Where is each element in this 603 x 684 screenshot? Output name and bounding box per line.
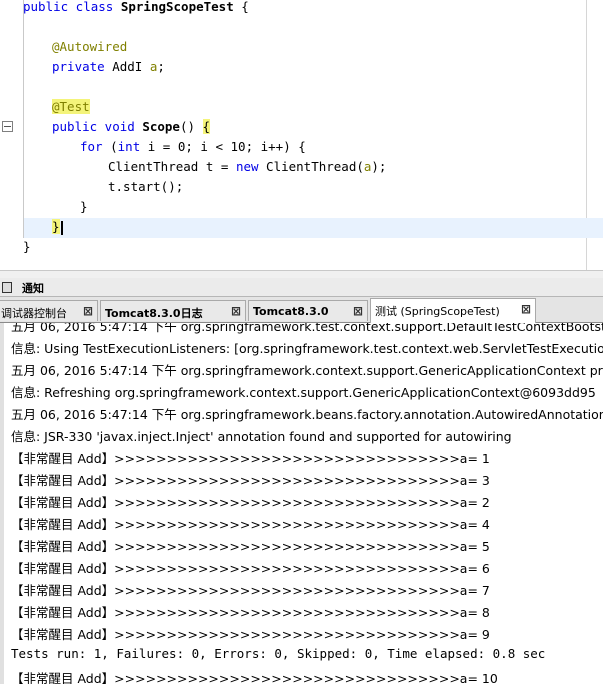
code-line-thread: ClientThread t = new ClientThread(a); [108, 159, 387, 174]
console-line: 【非常醒目 Add】>>>>>>>>>>>>>>>>>>>>>>>>>>>>>>… [11, 561, 490, 576]
console-line: 信息: JSR-330 'javax.inject.Inject' annota… [11, 429, 512, 444]
console-left-strip [0, 323, 4, 684]
console-output[interactable]: 五月 06, 2016 5:47:14 下午 org.springframewo… [0, 323, 603, 684]
console-line: 信息: Using TestExecutionListeners: [org.s… [11, 341, 603, 356]
console-line: 【非常醒目 Add】>>>>>>>>>>>>>>>>>>>>>>>>>>>>>>… [11, 517, 490, 532]
console-line: Tests run: 1, Failures: 0, Errors: 0, Sk… [11, 646, 546, 661]
console-line: 信息: Refreshing org.springframework.conte… [11, 385, 596, 400]
console-line: 五月 06, 2016 5:47:14 下午 org.springframewo… [11, 407, 603, 422]
code-line-class-decl: public class SpringScopeTest { [23, 0, 249, 14]
close-icon[interactable]: ⊠ [231, 304, 241, 318]
code-line-autowired: @Autowired [52, 39, 128, 54]
notification-bar[interactable]: 通知 [0, 278, 603, 297]
close-icon[interactable]: ⊠ [521, 302, 531, 316]
code-line-field: private AddI a; [52, 59, 165, 74]
console-line: 五月 06, 2016 5:47:14 下午 org.springframewo… [11, 323, 603, 334]
fold-collapse-icon[interactable] [2, 121, 13, 132]
editor-gutter [0, 0, 20, 270]
code-editor[interactable]: public class SpringScopeTest { @Autowire… [0, 0, 603, 270]
console-line: 【非常醒目 Add】>>>>>>>>>>>>>>>>>>>>>>>>>>>>>>… [11, 495, 490, 510]
console-line: 【非常醒目 Add】>>>>>>>>>>>>>>>>>>>>>>>>>>>>>>… [11, 473, 490, 488]
tab-label: Tomcat8.3.0 [253, 305, 329, 318]
tab-debugger-console[interactable]: 调试器控制台 ⊠ [0, 300, 98, 321]
console-line: 【非常醒目 Add】>>>>>>>>>>>>>>>>>>>>>>>>>>>>>>… [11, 539, 490, 554]
console-line: 【非常醒目 Add】>>>>>>>>>>>>>>>>>>>>>>>>>>>>>>… [11, 671, 498, 684]
console-line: 五月 06, 2016 5:47:14 下午 org.springframewo… [11, 363, 603, 378]
code-line-start: t.start(); [108, 179, 184, 194]
code-line-test-annotation: @Test [52, 99, 90, 114]
current-line-highlight [24, 218, 603, 238]
tab-label: 测试 (SpringScopeTest) [375, 305, 500, 318]
tab-test-results[interactable]: 测试 (SpringScopeTest) ⊠ [370, 298, 536, 323]
text-cursor [60, 220, 63, 235]
tab-label: Tomcat8.3.0日志 [105, 307, 203, 320]
console-line: 【非常醒目 Add】>>>>>>>>>>>>>>>>>>>>>>>>>>>>>>… [11, 605, 490, 620]
notification-icon [2, 282, 12, 293]
code-line-close-method: } [52, 217, 63, 237]
close-icon[interactable]: ⊠ [83, 304, 93, 318]
close-icon[interactable]: ⊠ [353, 304, 363, 318]
code-line-close-for: } [80, 199, 88, 214]
fold-guide-line [23, 0, 24, 238]
tab-tomcat[interactable]: Tomcat8.3.0 ⊠ [248, 300, 368, 321]
notification-label: 通知 [22, 282, 44, 295]
tab-label: 调试器控制台 [1, 307, 67, 320]
console-line: 【非常醒目 Add】>>>>>>>>>>>>>>>>>>>>>>>>>>>>>>… [11, 451, 490, 466]
code-line-for: for (int i = 0; i < 10; i++) { [80, 139, 306, 154]
code-line-close-class: } [23, 239, 31, 254]
console-line: 【非常醒目 Add】>>>>>>>>>>>>>>>>>>>>>>>>>>>>>>… [11, 583, 490, 598]
output-tab-bar: 调试器控制台 ⊠ Tomcat8.3.0日志 ⊠ Tomcat8.3.0 ⊠ 测… [0, 297, 603, 323]
code-line-method: public void Scope() { [52, 119, 211, 134]
console-line: 【非常醒目 Add】>>>>>>>>>>>>>>>>>>>>>>>>>>>>>>… [11, 627, 490, 642]
tab-tomcat-log[interactable]: Tomcat8.3.0日志 ⊠ [100, 300, 246, 321]
